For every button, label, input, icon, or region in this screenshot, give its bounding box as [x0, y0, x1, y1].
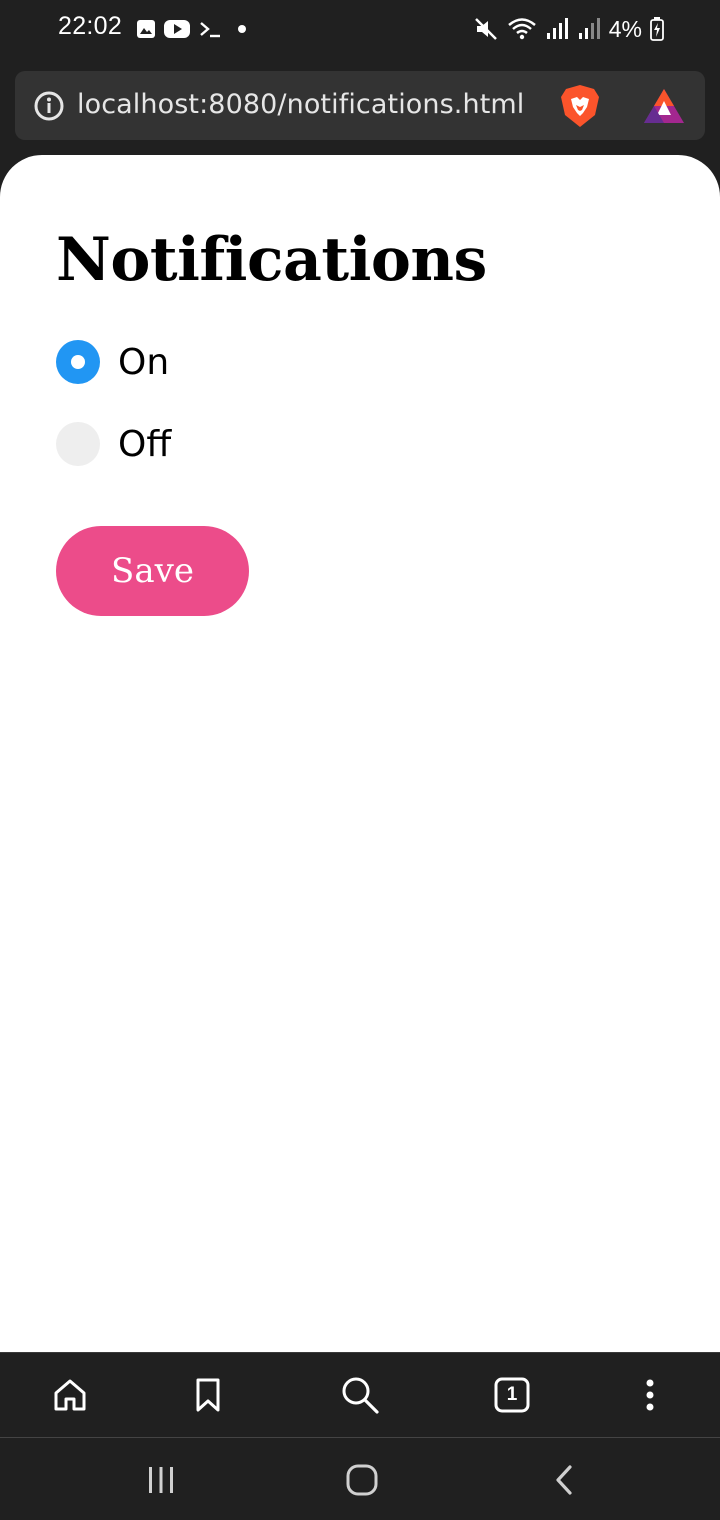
status-system-icons: 4%: [473, 14, 664, 44]
home-icon: [346, 1464, 378, 1496]
nav-recents-button[interactable]: [139, 1458, 183, 1502]
address-bar[interactable]: localhost:8080/notifications.html: [15, 71, 705, 140]
radio-label-on[interactable]: On: [118, 342, 169, 383]
toolbar-tabs-button[interactable]: 1: [492, 1375, 532, 1415]
page-title: Notifications: [56, 225, 487, 295]
browser-address-area: localhost:8080/notifications.html: [0, 58, 720, 155]
system-navigation-bar: [0, 1437, 720, 1520]
browser-toolbar: 1: [0, 1352, 720, 1437]
status-notification-icons: [136, 18, 252, 40]
status-bar: 22:02 4%: [0, 0, 720, 58]
gallery-icon: [137, 20, 155, 38]
radio-option-on[interactable]: On: [56, 339, 169, 385]
brave-shield-icon[interactable]: [559, 83, 601, 129]
recents-icon: [149, 1467, 173, 1493]
url-text[interactable]: localhost:8080/notifications.html: [77, 89, 524, 120]
terminal-icon: [200, 22, 220, 38]
brave-rewards-icon[interactable]: [643, 87, 685, 125]
battery-charging-icon: [650, 17, 664, 41]
info-icon[interactable]: [33, 90, 65, 122]
signal-icon: [578, 18, 600, 39]
bookmark-icon: [196, 1378, 220, 1412]
radio-option-off[interactable]: Off: [56, 421, 171, 467]
status-time: 22:02: [58, 12, 123, 40]
wifi-icon: [507, 18, 536, 40]
radio-checked-dot: [71, 355, 85, 369]
tab-count: 1: [506, 1384, 518, 1405]
toolbar-bookmark-button[interactable]: [188, 1375, 228, 1415]
toolbar-menu-button[interactable]: [630, 1375, 670, 1415]
youtube-icon: [164, 20, 190, 38]
dot-icon: [238, 25, 246, 33]
page-content: Notifications On Off Save: [0, 155, 720, 1352]
radio-label-off[interactable]: Off: [118, 424, 171, 465]
signal-icon: [546, 18, 568, 39]
menu-icon: [646, 1379, 654, 1411]
back-icon: [556, 1465, 572, 1495]
home-icon: [54, 1379, 86, 1411]
radio-button-on[interactable]: [56, 340, 100, 384]
search-icon: [342, 1377, 379, 1414]
battery-percent: 4%: [608, 15, 642, 42]
save-button[interactable]: Save: [56, 526, 249, 616]
toolbar-search-button[interactable]: [340, 1375, 380, 1415]
nav-home-button[interactable]: [340, 1458, 384, 1502]
mute-icon: [474, 18, 497, 40]
nav-back-button[interactable]: [542, 1458, 586, 1502]
toolbar-home-button[interactable]: [50, 1375, 90, 1415]
radio-button-off[interactable]: [56, 422, 100, 466]
